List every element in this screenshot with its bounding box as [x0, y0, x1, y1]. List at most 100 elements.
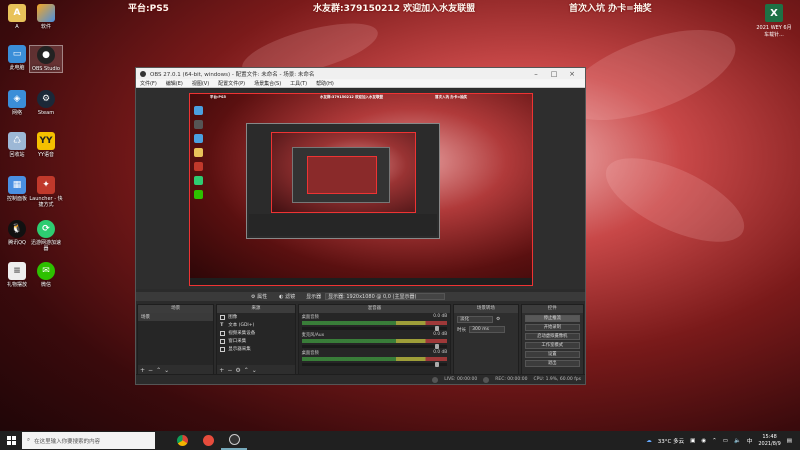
menu-help[interactable]: 帮助(H) — [316, 80, 334, 87]
menu-scene-collection[interactable]: 场景集合(S) — [254, 80, 281, 87]
weather-icon[interactable]: ☁ — [646, 438, 652, 444]
preview-mini-banner: 水友群:379150212 欢迎加入水友联盟 — [320, 95, 384, 99]
menu-view[interactable]: 视图(V) — [192, 80, 209, 87]
desktop-icon-excel[interactable]: X 2021 WEY 6月车载针... — [754, 4, 794, 38]
obs-statusbar: LIVE: 00:00:00 REC: 00:00:00 CPU: 1.9%, … — [136, 374, 585, 384]
mixer-track-name: 桌面音频 — [301, 351, 319, 356]
settings-button[interactable]: 设置 — [524, 351, 580, 358]
excel-icon: X — [765, 4, 783, 22]
volume-slider[interactable] — [301, 326, 448, 331]
remove-icon[interactable]: − — [227, 367, 232, 374]
chevron-down-icon[interactable]: ⌄ — [164, 367, 169, 374]
obs-preview-canvas[interactable]: 平台:PS5 水友群:379150212 欢迎加入水友联盟 首次入坑 办卡=抽奖 — [189, 93, 533, 286]
preview-desktop-icon — [194, 106, 203, 115]
network-icon: ◈ — [8, 90, 26, 108]
desktop-icon-wechat[interactable]: ✉ 微信 — [29, 262, 63, 288]
minimize-icon[interactable]: – — [527, 70, 545, 78]
transition-type-row: 淡化 ⚙ — [454, 313, 517, 323]
start-button[interactable] — [0, 431, 22, 450]
slider-thumb[interactable] — [435, 344, 440, 349]
stop-streaming-button[interactable]: 停止推流 — [524, 315, 580, 322]
taskbar-search[interactable]: ⌕ 在这里输入你要搜索的内容 — [22, 432, 155, 449]
sources-dock: 来源 图像 T 文本 (GDI+) 视频采集设备 窗口采集 显示器采集 + − ⚙ ⌃ ⌄ — [216, 304, 296, 376]
desktop-icon-label: 2021 WEY 6月车载针... — [756, 25, 792, 38]
slider-thumb[interactable] — [435, 326, 440, 331]
add-icon[interactable]: + — [140, 367, 145, 374]
chevron-up-icon[interactable]: ⌃ — [244, 367, 249, 374]
preview-desktop-icon — [194, 176, 203, 185]
gear-icon[interactable]: ⚙ — [496, 317, 500, 322]
chevron-up-icon[interactable]: ⌃ — [156, 367, 161, 374]
ime-icon[interactable]: 中 — [747, 437, 753, 445]
volume-slider[interactable] — [301, 344, 448, 349]
desktop-icon-launcher[interactable]: ✦ Launcher - 快捷方式 — [29, 176, 63, 208]
document-icon: ≡ — [8, 262, 26, 280]
tray-app-icon[interactable]: ◉ — [701, 438, 706, 444]
transitions-dock-title: 场景转场 — [454, 305, 518, 313]
filters-button[interactable]: ◐ 滤镜 — [276, 293, 298, 300]
remove-icon[interactable]: − — [148, 367, 153, 374]
menu-edit[interactable]: 编辑(E) — [166, 80, 183, 87]
gear-icon: ⚙ — [251, 294, 256, 300]
studio-mode-button[interactable]: 工作室模式 — [524, 342, 580, 349]
preview-taskbar — [190, 278, 532, 285]
network-icon[interactable]: ▭ — [723, 438, 728, 444]
notification-icon[interactable]: ▤ — [787, 438, 792, 444]
desktop-icon-software[interactable]: 软件 — [29, 4, 63, 30]
taskbar-clock[interactable]: 15:48 2021/8/9 — [758, 434, 780, 448]
taskbar-app-chrome[interactable] — [169, 431, 195, 450]
source-item[interactable]: 显示器采集 — [217, 345, 294, 353]
source-item[interactable]: 窗口采集 — [217, 337, 294, 345]
launcher-icon: ✦ — [37, 176, 55, 194]
source-item[interactable]: T 文本 (GDI+) — [217, 321, 294, 329]
scene-item[interactable]: 场景 — [138, 313, 214, 321]
preview-nested-obs-2 — [292, 147, 390, 203]
start-virtual-camera-button[interactable]: 启动虚拟摄像机 — [524, 333, 580, 340]
menu-profile[interactable]: 配置文件(P) — [218, 80, 245, 87]
properties-label: 属性 — [257, 294, 268, 300]
duration-input[interactable]: 300 ms — [469, 326, 506, 333]
exit-button[interactable]: 退出 — [524, 360, 580, 367]
menu-file[interactable]: 文件(F) — [140, 80, 157, 87]
desktop-icon-label: 迅游网游加速器 — [30, 240, 61, 252]
desktop-icon-label: Steam — [37, 110, 55, 116]
slider-thumb[interactable] — [435, 362, 440, 367]
volume-slider[interactable] — [301, 362, 448, 367]
maximize-icon[interactable]: □ — [545, 70, 563, 78]
desktop-icon-yy[interactable]: YY YY语音 — [29, 132, 63, 158]
taskbar: ⌕ 在这里输入你要搜索的内容 ☁ 33°C 多云 ▣ ◉ ⌃ ▭ 🔈 中 15:… — [0, 431, 800, 450]
chevron-down-icon[interactable]: ⌄ — [252, 367, 257, 374]
desktop-icon-obs[interactable]: ● OBS Studio — [29, 45, 63, 73]
source-item[interactable]: 图像 — [217, 313, 294, 321]
taskbar-app-launcher[interactable] — [195, 431, 221, 450]
rec-time: REC: 00:00:00 — [495, 377, 528, 382]
desktop-icon-label: OBS Studio — [32, 66, 60, 72]
close-icon[interactable]: × — [563, 70, 581, 78]
weather-text[interactable]: 33°C 多云 — [658, 437, 684, 445]
camera-icon — [220, 330, 226, 336]
desktop-icon-steam[interactable]: ⚙ Steam — [29, 90, 63, 116]
menu-tools[interactable]: 工具(T) — [290, 80, 307, 87]
obs-window-title: OBS 27.0.1 (64-bit, windows) - 配置文件: 未命名… — [150, 71, 315, 78]
transition-select[interactable]: 淡化 — [457, 316, 494, 323]
obs-titlebar[interactable]: OBS 27.0.1 (64-bit, windows) - 配置文件: 未命名… — [136, 68, 585, 79]
properties-button[interactable]: ⚙ 属性 — [248, 293, 270, 300]
obs-window[interactable]: OBS 27.0.1 (64-bit, windows) - 配置文件: 未命名… — [135, 67, 586, 385]
chevron-up-icon[interactable]: ⌃ — [712, 438, 717, 444]
start-recording-button[interactable]: 开始录制 — [524, 324, 580, 331]
gear-icon[interactable]: ⚙ — [235, 367, 240, 374]
display-select[interactable]: 显示器: 1920x1080 @ 0,0 (主显示器) — [325, 293, 446, 300]
source-item[interactable]: 视频采集设备 — [217, 329, 294, 337]
monitor-icon — [220, 346, 226, 352]
yy-icon: YY — [37, 132, 55, 150]
search-icon: ⌕ — [27, 437, 31, 443]
qq-icon: 🐧 — [8, 220, 26, 238]
tray-app-icon[interactable]: ▣ — [690, 438, 695, 444]
taskbar-app-obs[interactable] — [221, 431, 247, 450]
desktop-icon-xunyou[interactable]: ⟳ 迅游网游加速器 — [29, 220, 63, 252]
add-icon[interactable]: + — [219, 367, 224, 374]
mixer-track-db: 0.0 dB — [433, 350, 448, 355]
mixer-dock: 混音器 桌面音频 0.0 dB 麦克风/Aux 0.0 dB 桌面音频 0.0 dB — [297, 304, 452, 376]
volume-icon[interactable]: 🔈 — [734, 438, 741, 444]
preview-nested-canvas — [271, 132, 416, 213]
